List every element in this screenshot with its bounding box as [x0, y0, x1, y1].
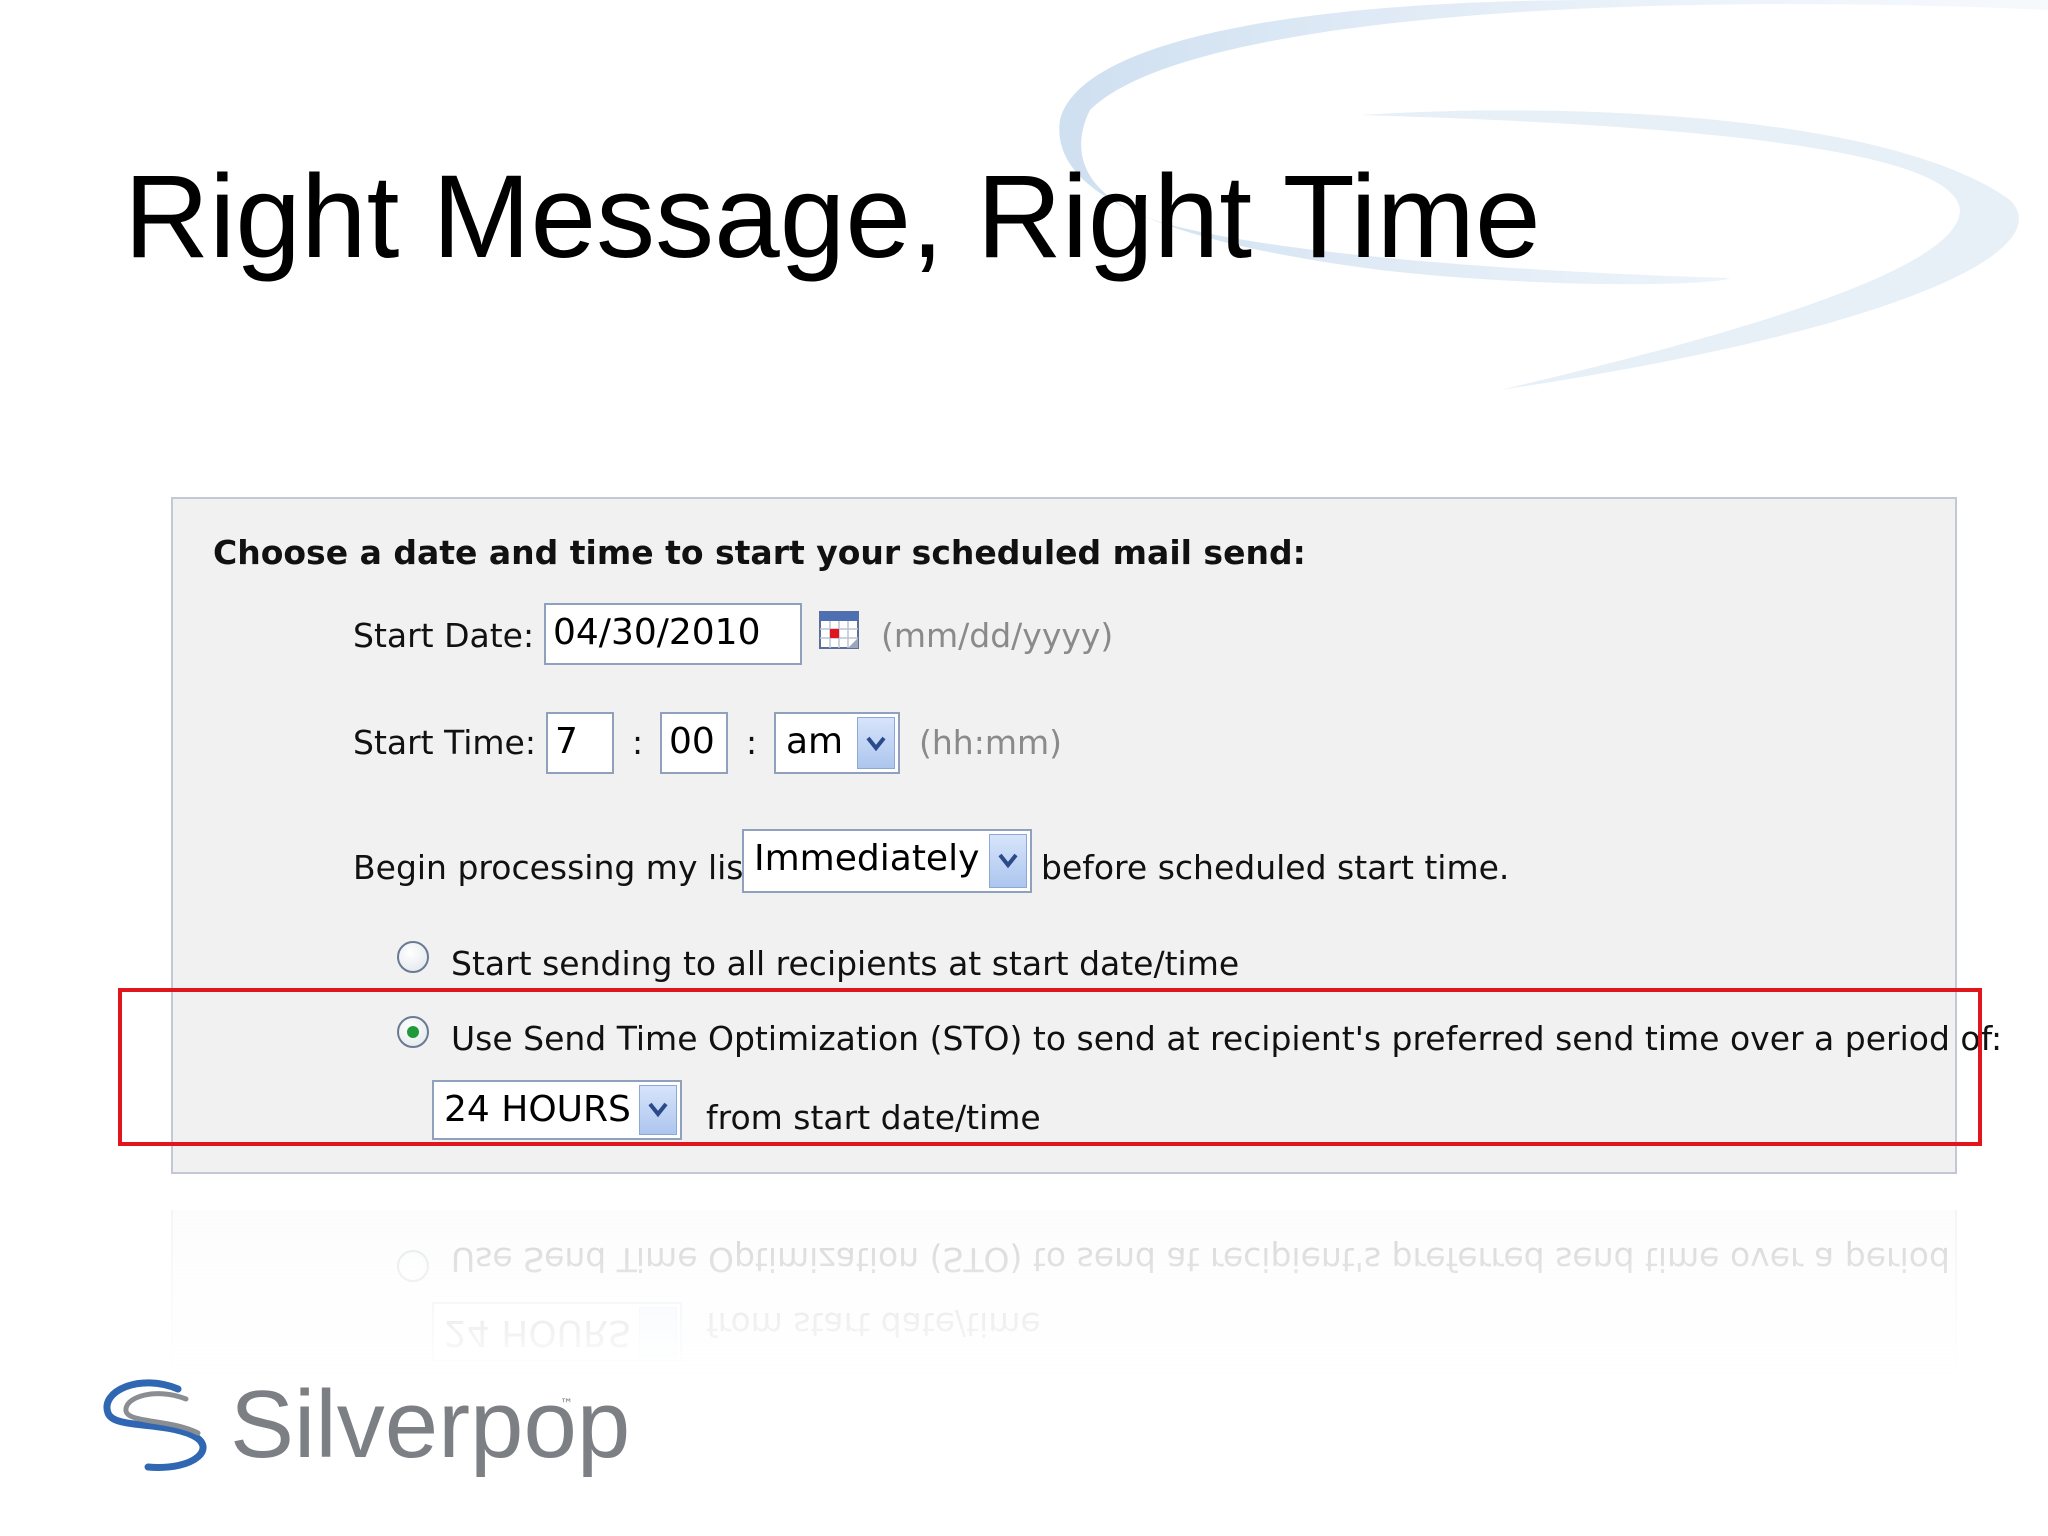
processing-select[interactable]: Immediately — [742, 829, 1032, 893]
chevron-down-icon[interactable] — [857, 717, 895, 769]
chevron-down-icon[interactable] — [989, 834, 1027, 888]
radio-send-all[interactable] — [397, 941, 429, 973]
reflection-period-select: 24 HOURS — [432, 1302, 682, 1362]
calendar-icon[interactable] — [818, 608, 862, 652]
start-date-label: Start Date: — [353, 616, 535, 655]
time-colon: : — [632, 723, 644, 762]
logo-wordmark: Silverpop — [230, 1371, 631, 1478]
reflection-sto-label: Use Send Time Optimization (STO) to send… — [451, 1240, 1957, 1279]
processing-suffix: before scheduled start time. — [1041, 848, 1510, 887]
option-send-all-label: Start sending to all recipients at start… — [451, 944, 1240, 983]
reflection-radio — [397, 1250, 429, 1282]
slide-title: Right Message, Right Time — [124, 151, 1541, 283]
time-format-hint: (hh:mm) — [919, 723, 1062, 762]
start-date-input[interactable]: 04/30/2010 — [544, 603, 802, 665]
minute-input[interactable]: 00 — [660, 712, 728, 774]
panel-reflection: 24 HOURS from start date/time Use Send T… — [171, 1210, 1957, 1380]
logo-trademark: ™ — [560, 1397, 573, 1412]
processing-value: Immediately — [754, 838, 980, 879]
time-colon-2: : — [746, 723, 758, 762]
start-time-label: Start Time: — [353, 723, 536, 762]
hour-input[interactable]: 7 — [546, 712, 614, 774]
date-format-hint: (mm/dd/yyyy) — [881, 616, 1114, 655]
reflection-content: 24 HOURS from start date/time Use Send T… — [171, 1210, 1957, 1380]
silverpop-swoosh-icon — [103, 1379, 207, 1471]
chevron-down-icon — [639, 1307, 677, 1357]
panel-heading: Choose a date and time to start your sch… — [213, 533, 1306, 572]
reflection-period-suffix: from start date/time — [706, 1305, 1041, 1344]
sto-highlight-box — [118, 988, 1982, 1146]
ampm-select[interactable]: am — [774, 712, 900, 774]
ampm-value: am — [786, 721, 844, 762]
silverpop-logo: Silverpop ™ — [100, 1365, 630, 1485]
reflection-period-value: 24 HOURS — [444, 1312, 631, 1353]
processing-prefix: Begin processing my list — [353, 848, 757, 887]
